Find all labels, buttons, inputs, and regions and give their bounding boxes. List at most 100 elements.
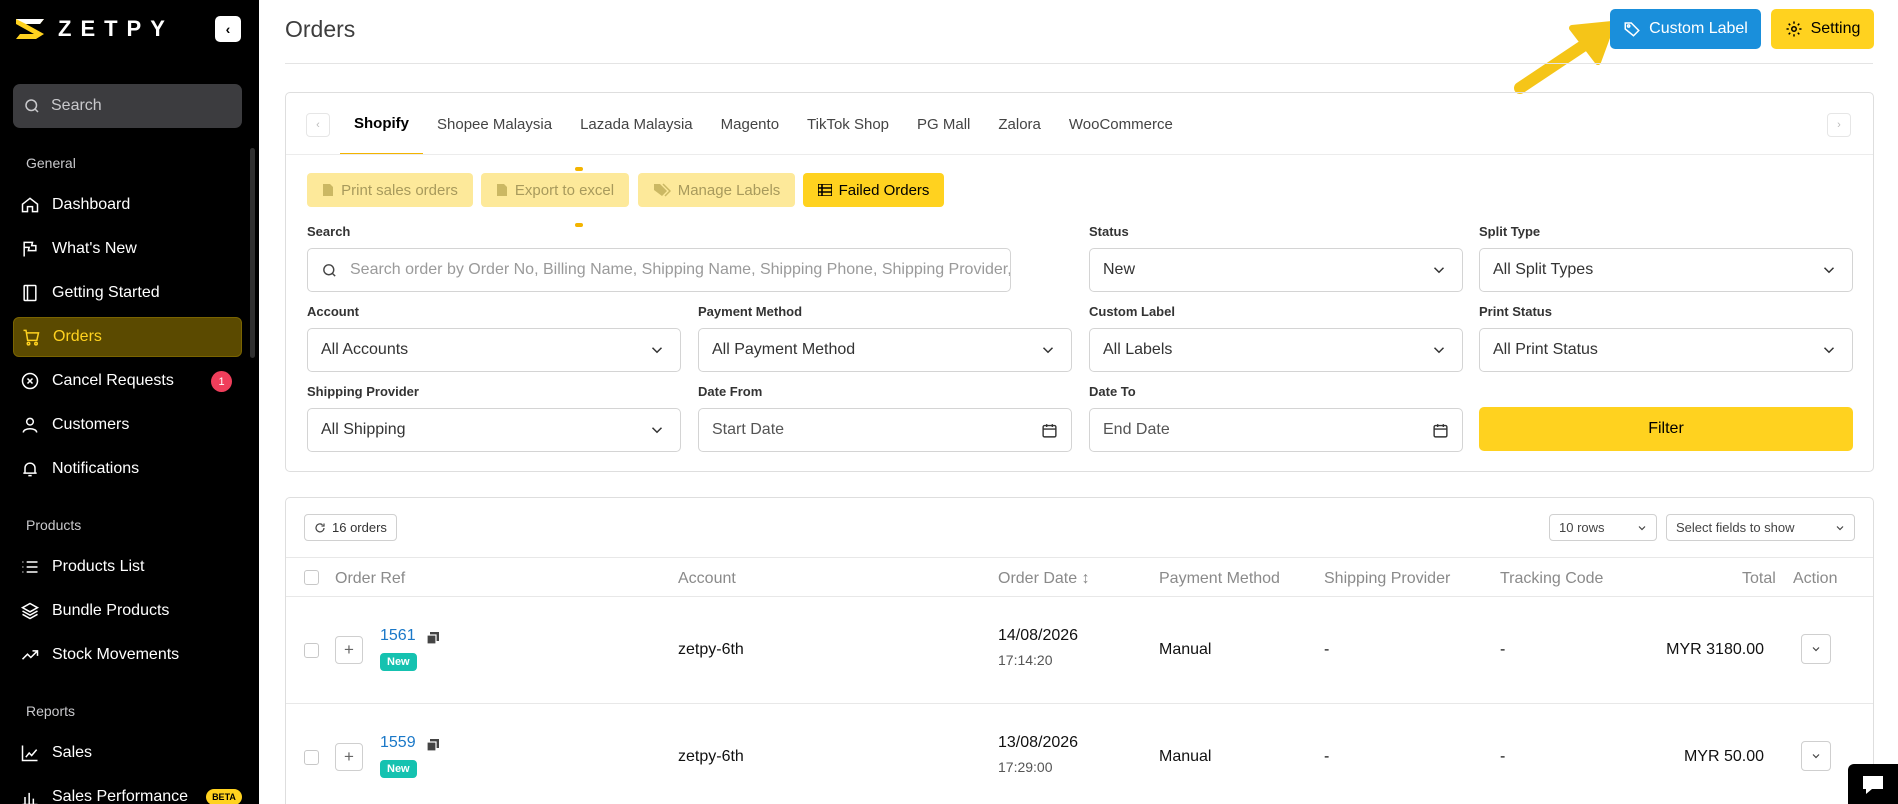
date-from-field[interactable]: Start Date	[698, 408, 1072, 452]
payment-method-select[interactable]: All Payment Method	[698, 328, 1072, 372]
tab-lazada-malaysia[interactable]: Lazada Malaysia	[566, 93, 707, 155]
sidebar-item-whats-new[interactable]: What's New	[13, 229, 242, 269]
tabs-scroll-left-button[interactable]: ‹	[306, 113, 330, 137]
sidebar-item-customers[interactable]: Customers	[13, 405, 242, 445]
sidebar-scrollbar[interactable]	[250, 148, 255, 358]
order-ref-link[interactable]: 1559	[380, 734, 416, 752]
row-total: MYR 3180.00	[1666, 641, 1764, 658]
shipping-provider-select[interactable]: All Shipping	[307, 408, 681, 452]
custom-label-button[interactable]: Custom Label	[1610, 9, 1761, 49]
gear-icon	[1786, 21, 1802, 37]
column-payment-method: Payment Method	[1159, 570, 1280, 587]
orders-table-card: 16 orders 10 rows Select fields to show …	[285, 497, 1874, 804]
marketplace-tabs: Shopify Shopee Malaysia Lazada Malaysia …	[340, 93, 1187, 155]
manage-labels-text: Manage Labels	[677, 181, 781, 199]
sidebar-item-dashboard[interactable]: Dashboard	[13, 185, 242, 225]
custom-label-select[interactable]: All Labels	[1089, 328, 1463, 372]
expand-row-button[interactable]: +	[335, 636, 363, 664]
calendar-icon[interactable]	[1432, 422, 1449, 439]
sidebar-search-placeholder: Search	[51, 97, 102, 114]
failed-orders-button[interactable]: Failed Orders	[803, 173, 944, 207]
calendar-icon[interactable]	[1041, 422, 1058, 439]
tab-woocommerce[interactable]: WooCommerce	[1055, 93, 1187, 155]
chevron-down-icon	[1433, 267, 1445, 274]
row-checkbox[interactable]	[304, 643, 319, 658]
table-row[interactable]: + 1561 New zetpy-6th 14/08/2026 17:14:20…	[286, 597, 1873, 704]
bell-icon	[23, 462, 37, 477]
fields-to-show-select[interactable]: Select fields to show	[1666, 514, 1855, 541]
search-icon	[25, 99, 39, 113]
print-sales-orders-button[interactable]: Print sales orders	[307, 173, 473, 207]
date-to-field[interactable]: End Date	[1089, 408, 1463, 452]
chevron-down-icon	[1433, 347, 1445, 354]
sidebar-item-orders[interactable]: Orders	[13, 317, 242, 357]
tabs-scroll-right-button[interactable]: ›	[1827, 113, 1851, 137]
expand-row-button[interactable]: +	[335, 743, 363, 771]
tab-tiktok-shop[interactable]: TikTok Shop	[793, 93, 903, 155]
row-checkbox[interactable]	[304, 750, 319, 765]
sidebar-item-notifications[interactable]: Notifications	[13, 449, 242, 489]
sidebar-item-cancel-requests[interactable]: Cancel Requests 1	[13, 361, 242, 401]
chevron-down-icon	[1823, 267, 1835, 274]
status-badge: New	[380, 653, 417, 671]
chevron-down-icon	[1836, 526, 1844, 531]
tab-zalora[interactable]: Zalora	[984, 93, 1055, 155]
rows-per-page-select[interactable]: 10 rows	[1549, 514, 1657, 541]
split-type-label: Split Type	[1479, 224, 1541, 239]
order-search-field[interactable]	[307, 248, 1011, 292]
date-to-placeholder: End Date	[1103, 421, 1170, 438]
tab-shopee-malaysia[interactable]: Shopee Malaysia	[423, 93, 566, 155]
row-total: MYR 50.00	[1683, 748, 1764, 765]
order-search-input[interactable]	[350, 261, 1010, 279]
book-icon	[23, 284, 37, 302]
export-to-excel-button[interactable]: Export to excel	[481, 173, 629, 207]
manage-labels-button[interactable]: Manage Labels	[638, 173, 795, 207]
table-row[interactable]: + 1559 New zetpy-6th 13/08/2026 17:29:00…	[286, 704, 1873, 804]
setting-button[interactable]: Setting	[1771, 9, 1874, 49]
sidebar-item-label: Cancel Requests	[52, 372, 174, 389]
sidebar-item-sales-performance[interactable]: Sales Performance BETA	[13, 777, 242, 804]
payment-method-label: Payment Method	[698, 304, 803, 319]
row-order-time: 17:29:00	[998, 759, 1053, 775]
setting-button-text: Setting	[1810, 20, 1861, 37]
column-order-ref: Order Ref	[335, 570, 406, 587]
sidebar-item-products-list[interactable]: Products List	[13, 547, 242, 587]
status-select[interactable]: New	[1089, 248, 1463, 292]
sidebar-item-label: Stock Movements	[52, 646, 180, 663]
sidebar-item-sales[interactable]: Sales	[13, 733, 242, 773]
filter-button[interactable]: Filter	[1479, 407, 1853, 451]
filter-card: ‹ Shopify Shopee Malaysia Lazada Malaysi…	[285, 92, 1874, 472]
account-select[interactable]: All Accounts	[307, 328, 681, 372]
print-status-value: All Print Status	[1493, 341, 1598, 358]
column-action: Action	[1793, 570, 1838, 587]
file-icon	[323, 184, 334, 196]
column-order-date[interactable]: Order Date ↕	[998, 570, 1090, 588]
copy-icon[interactable]	[426, 738, 440, 752]
sidebar-search-input[interactable]: Search	[13, 84, 242, 128]
tab-shopify[interactable]: Shopify	[340, 93, 423, 155]
split-type-select[interactable]: All Split Types	[1479, 248, 1853, 292]
copy-icon[interactable]	[426, 631, 440, 645]
order-ref-link[interactable]: 1561	[380, 627, 416, 645]
brand-logo[interactable]: ZETPY	[14, 16, 174, 42]
tag-icon	[1624, 22, 1640, 37]
custom-label-button-text: Custom Label	[1649, 20, 1748, 37]
trending-icon	[21, 650, 39, 660]
sidebar-item-getting-started[interactable]: Getting Started	[13, 273, 242, 313]
sidebar-item-stock-movements[interactable]: Stock Movements	[13, 635, 242, 675]
row-action-dropdown[interactable]	[1801, 741, 1831, 771]
row-account: zetpy-6th	[678, 641, 744, 658]
tab-magento[interactable]: Magento	[707, 93, 793, 155]
tab-pg-mall[interactable]: PG Mall	[903, 93, 984, 155]
chat-widget-button[interactable]	[1848, 764, 1898, 804]
collapse-sidebar-button[interactable]: ‹	[215, 16, 241, 42]
x-circle-icon	[21, 372, 39, 390]
print-status-select[interactable]: All Print Status	[1479, 328, 1853, 372]
orders-count-refresh-button[interactable]: 16 orders	[304, 514, 397, 541]
status-label: Status	[1089, 224, 1129, 239]
row-action-dropdown[interactable]	[1801, 634, 1831, 664]
user-icon	[22, 417, 38, 433]
sidebar-item-bundle-products[interactable]: Bundle Products	[13, 591, 242, 631]
select-all-checkbox[interactable]	[304, 570, 319, 585]
tabs-divider	[286, 154, 1873, 155]
